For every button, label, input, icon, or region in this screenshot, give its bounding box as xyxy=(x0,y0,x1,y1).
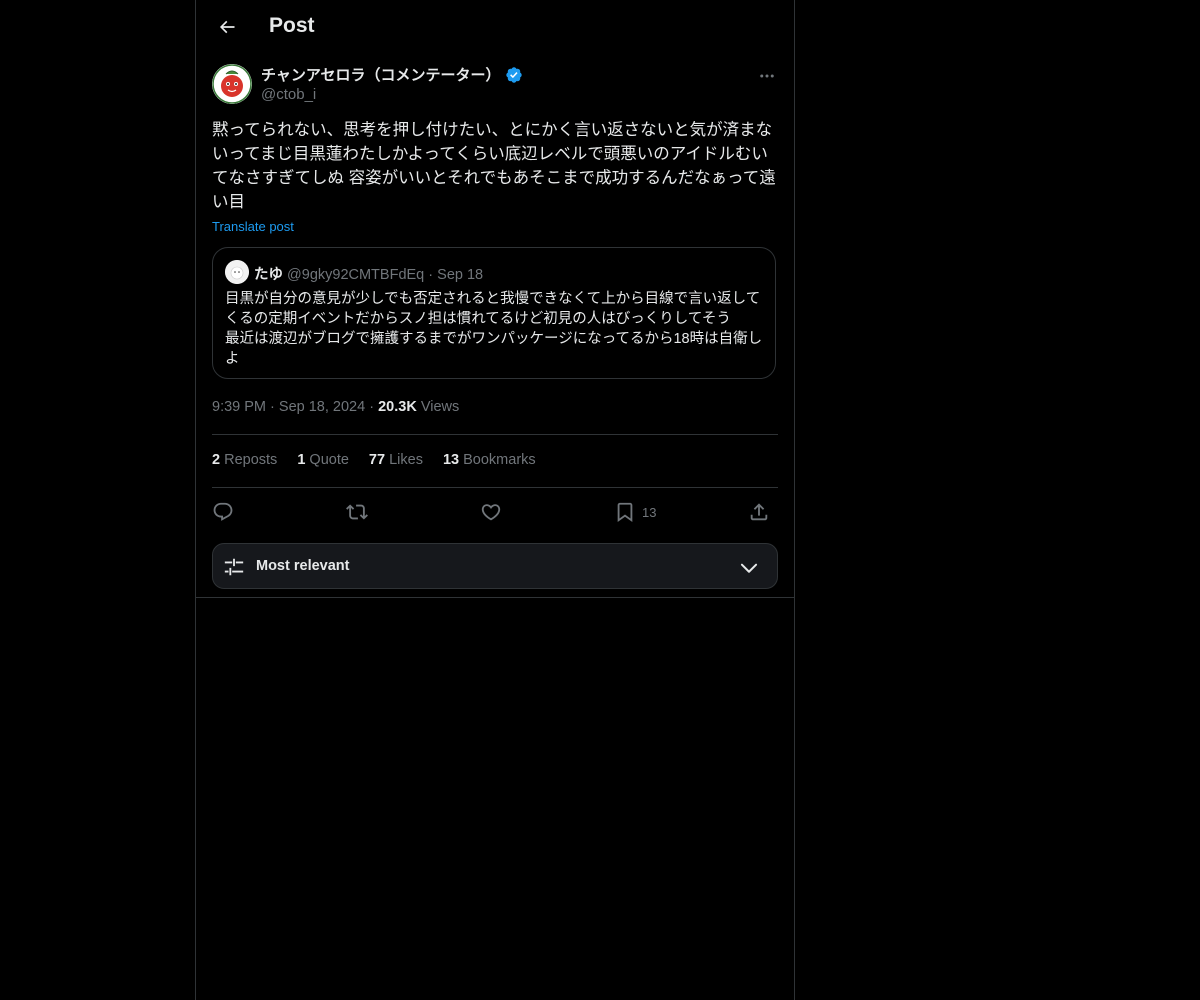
divider xyxy=(212,434,778,435)
like-button[interactable] xyxy=(480,498,502,526)
more-options-button[interactable] xyxy=(756,65,778,87)
arrow-left-icon xyxy=(219,20,235,34)
likes-label: Likes xyxy=(389,452,423,468)
quote-author-name: たゆ xyxy=(254,267,283,283)
back-button[interactable] xyxy=(212,12,242,42)
repost-icon xyxy=(346,504,368,520)
verified-badge-icon xyxy=(505,66,523,84)
bookmarks-count: 13 xyxy=(442,452,460,468)
timestamp-separator-2: · xyxy=(369,399,375,415)
page-header: Post xyxy=(196,0,794,53)
author-handle[interactable]: @ctob_i xyxy=(261,86,316,103)
post-time[interactable]: 9:39 PM xyxy=(212,399,266,415)
more-horizontal-icon xyxy=(760,74,774,78)
bookmarks-label: Bookmarks xyxy=(463,452,536,468)
quote-body-text: 目黒が自分の意見が少しでも否定されると我慢できなくて上から目線で言い返してくるの… xyxy=(225,291,763,367)
reply-button[interactable] xyxy=(212,498,234,526)
views-label: Views xyxy=(420,399,460,415)
post-date[interactable]: Sep 18, 2024 xyxy=(279,399,365,415)
author-avatar[interactable] xyxy=(212,64,252,104)
quote-date: Sep 18 xyxy=(437,267,484,283)
page-title: Post xyxy=(269,14,315,37)
chevron-down-icon xyxy=(739,558,759,583)
quotes-stat[interactable]: 1 Quote xyxy=(297,452,349,468)
post-body-text: 黙ってられない、思考を押し付けたい、とにかく言い返さないと気が済まないってまじ目… xyxy=(212,121,776,211)
quote-author-handle: @9gky92CMTBFdEq xyxy=(287,267,425,283)
quote-avatar-image xyxy=(225,260,249,284)
timestamp-separator: · xyxy=(270,399,275,415)
reposts-stat[interactable]: 2 Reposts xyxy=(212,452,277,468)
likes-count: 77 xyxy=(368,452,386,468)
quotes-count: 1 xyxy=(297,452,306,468)
share-icon xyxy=(750,503,768,521)
bookmark-count: 13 xyxy=(642,504,657,520)
divider xyxy=(212,487,778,488)
author-name[interactable]: チャンアセロラ（コメンテーター） xyxy=(261,64,523,85)
sliders-icon xyxy=(223,556,245,583)
reply-icon xyxy=(213,502,233,521)
share-button[interactable] xyxy=(748,498,770,526)
heart-icon xyxy=(481,504,501,521)
quotes-label: Quote xyxy=(309,452,349,468)
post-actions: 13 xyxy=(212,498,778,526)
avatar-image xyxy=(212,64,252,104)
quote-separator: · xyxy=(428,267,434,283)
sort-label: Most relevant xyxy=(256,558,350,574)
post-column: Post チャンアセロラ（コメンテーター） @ctob_i 黙ってられない、思考… xyxy=(195,0,795,1000)
reposts-label: Reposts xyxy=(224,452,278,468)
quote-meta: たゆ @9gky92CMTBFdEq · Sep 18 xyxy=(254,263,483,284)
quote-author-avatar xyxy=(225,260,249,284)
bookmark-icon xyxy=(617,502,633,523)
translate-post-link[interactable]: Translate post xyxy=(212,219,294,234)
bookmark-button[interactable]: 13 xyxy=(614,498,656,526)
post-stats: 2 Reposts 1 Quote 77 Likes 13 Bookmarks xyxy=(212,452,536,468)
post-timestamp: 9:39 PM · Sep 18, 2024 · 20.3K Views xyxy=(212,399,459,415)
author-name-text: チャンアセロラ（コメンテーター） xyxy=(261,67,501,84)
reposts-count: 2 xyxy=(212,452,221,468)
likes-stat[interactable]: 77 Likes xyxy=(369,452,423,468)
bookmarks-stat[interactable]: 13 Bookmarks xyxy=(443,452,536,468)
reply-sort-dropdown[interactable]: Most relevant xyxy=(212,543,778,589)
views-count: 20.3K xyxy=(378,399,417,415)
divider xyxy=(196,597,794,598)
repost-button[interactable] xyxy=(346,498,368,526)
quoted-post-card[interactable]: たゆ @9gky92CMTBFdEq · Sep 18 目黒が自分の意見が少しで… xyxy=(212,247,776,379)
